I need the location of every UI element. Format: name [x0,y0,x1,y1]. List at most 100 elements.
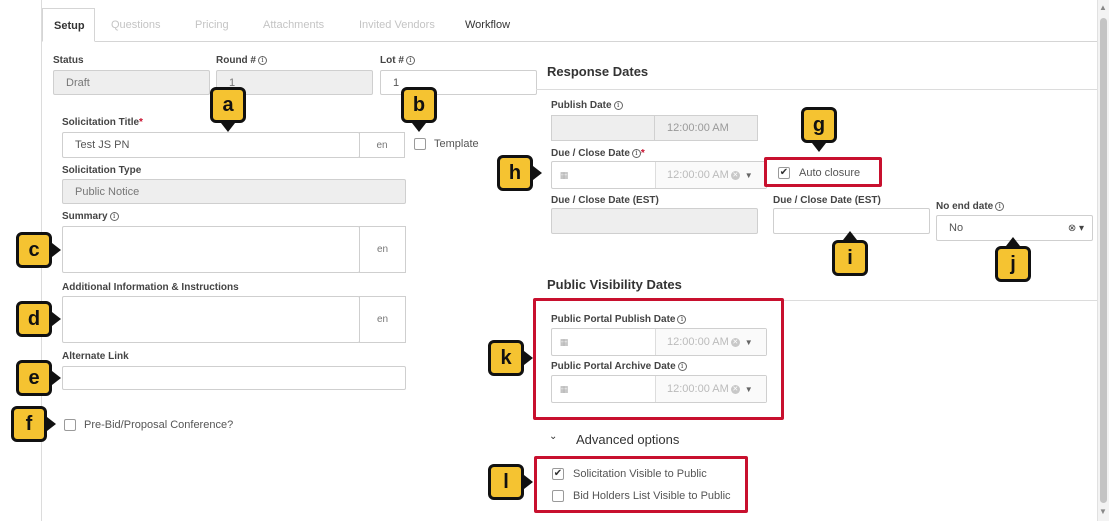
due-est-field [551,208,758,234]
check-icon: ✔ [779,167,789,178]
callout-h: h [497,155,533,191]
due-date-label: Due / Close Date i * [551,148,645,159]
portal-publish-date-input[interactable] [576,329,656,355]
publish-time-value: 12:00:00 AM [667,122,729,134]
portal-archive-picker[interactable]: ▦ 12:00:00 AM ✕ ▼ [551,375,767,403]
status-value: Draft [66,76,90,89]
template-checkbox[interactable] [414,138,426,150]
callout-b: b [401,87,437,123]
scroll-down-icon[interactable]: ▼ [1099,507,1107,516]
callout-pointer [812,143,826,152]
callout-e: e [16,360,52,396]
clear-icon[interactable]: ✕ [730,337,740,347]
portal-publish-picker[interactable]: ▦ 12:00:00 AM ✕ ▼ [551,328,767,356]
no-end-date-label: No end date i [936,201,1005,212]
check-icon: ✔ [553,468,563,479]
due-time-input[interactable]: 12:00:00 AM ✕ ▼ [656,162,766,188]
auto-closure-checkbox[interactable]: ✔ [778,167,790,179]
visibility-title: Public Visibility Dates [547,277,682,292]
solicitation-title-input[interactable]: Test JS PN [62,132,360,158]
additional-info-textarea[interactable] [62,296,360,343]
chevron-down-icon[interactable]: ▼ [745,385,753,394]
summary-textarea[interactable] [62,226,360,273]
callout-a: a [210,87,246,123]
callout-pointer [524,475,533,489]
summary-language-button[interactable]: en [359,226,406,273]
calendar-icon[interactable]: ▦ [552,162,576,188]
no-end-date-value: No [949,222,964,234]
info-icon: i [677,315,687,324]
language-button[interactable]: en [359,132,405,158]
info-icon: i [405,56,415,65]
callout-pointer [52,312,61,326]
template-label: Template [434,138,479,150]
summary-label: Summary i [62,211,119,222]
chevron-down-icon[interactable]: ▼ [745,338,753,347]
callout-j: j [995,246,1031,282]
chevron-down-icon[interactable]: ⌄ [549,431,557,442]
highlight-l [534,456,748,513]
portal-archive-time-input[interactable]: 12:00:00 AM ✕ ▼ [656,376,766,402]
clear-icon[interactable]: ✕ [730,170,740,180]
divider [536,89,1097,90]
round-label: Round # i [216,55,267,66]
prebid-label: Pre-Bid/Proposal Conference? [84,419,234,431]
portal-archive-label: Public Portal Archive Date i [551,361,687,372]
advanced-options-toggle[interactable]: Advanced options [576,432,679,447]
solicitation-type-field: Public Notice [62,179,406,204]
status-field: Draft [53,70,210,95]
due-est-label-2: Due / Close Date (EST) [773,195,881,206]
alternate-link-label: Alternate Link [62,351,129,362]
prebid-checkbox[interactable] [64,419,76,431]
status-label: Status [53,55,84,66]
callout-pointer [1006,237,1020,246]
callout-pointer [524,351,533,365]
info-icon: i [258,56,267,65]
publish-date-field [551,115,655,141]
callout-l: l [488,464,524,500]
info-icon: i [631,149,641,158]
portal-publish-time-input[interactable]: 12:00:00 AM ✕ ▼ [656,329,766,355]
clear-icon[interactable]: ⊗ ▾ [1068,223,1084,234]
due-date-picker[interactable]: ▦ 12:00:00 AM ✕ ▼ [551,161,767,189]
bid-holders-checkbox[interactable] [552,490,564,502]
clear-icon[interactable]: ✕ [730,384,740,394]
publish-time-field: 12:00:00 AM [655,115,758,141]
highlight-h [532,154,536,196]
info-icon: i [995,202,1005,211]
tab-invited-vendors[interactable]: Invited Vendors [359,8,435,42]
portal-archive-date-input[interactable] [576,376,656,402]
calendar-icon[interactable]: ▦ [552,329,576,355]
tab-attachments[interactable]: Attachments [263,8,324,42]
solicitation-title-label: Solicitation Title* [62,117,143,128]
calendar-icon[interactable]: ▦ [552,376,576,402]
callout-c: c [16,232,52,268]
chevron-down-icon[interactable]: ▼ [745,171,753,180]
callout-pointer [843,231,857,240]
lot-value: 1 [393,76,400,89]
scroll-up-icon[interactable]: ▲ [1099,3,1107,12]
callout-g: g [801,107,837,143]
response-dates-title: Response Dates [547,64,649,79]
due-date-input[interactable] [576,162,656,188]
callout-f: f [11,406,47,442]
tab-setup[interactable]: Setup [42,8,95,42]
solicitation-visible-label: Solicitation Visible to Public [573,468,707,480]
callout-pointer [221,123,235,132]
tab-questions[interactable]: Questions [111,8,161,42]
callout-pointer [52,243,61,257]
callout-pointer [412,123,426,132]
solicitation-visible-checkbox[interactable]: ✔ [552,468,564,480]
scrollbar-thumb[interactable] [1100,18,1107,503]
additional-info-label: Additional Information & Instructions [62,282,239,293]
tab-pricing[interactable]: Pricing [195,8,229,42]
info-icon: i [109,212,119,221]
callout-k: k [488,340,524,376]
publish-date-label: Publish Date i [551,100,623,111]
alternate-link-input[interactable] [62,366,406,390]
tab-workflow[interactable]: Workflow [465,8,510,42]
additional-info-language-button[interactable]: en [359,296,406,343]
auto-closure-label: Auto closure [799,167,861,179]
info-icon: i [613,101,623,110]
info-icon: i [677,362,687,371]
